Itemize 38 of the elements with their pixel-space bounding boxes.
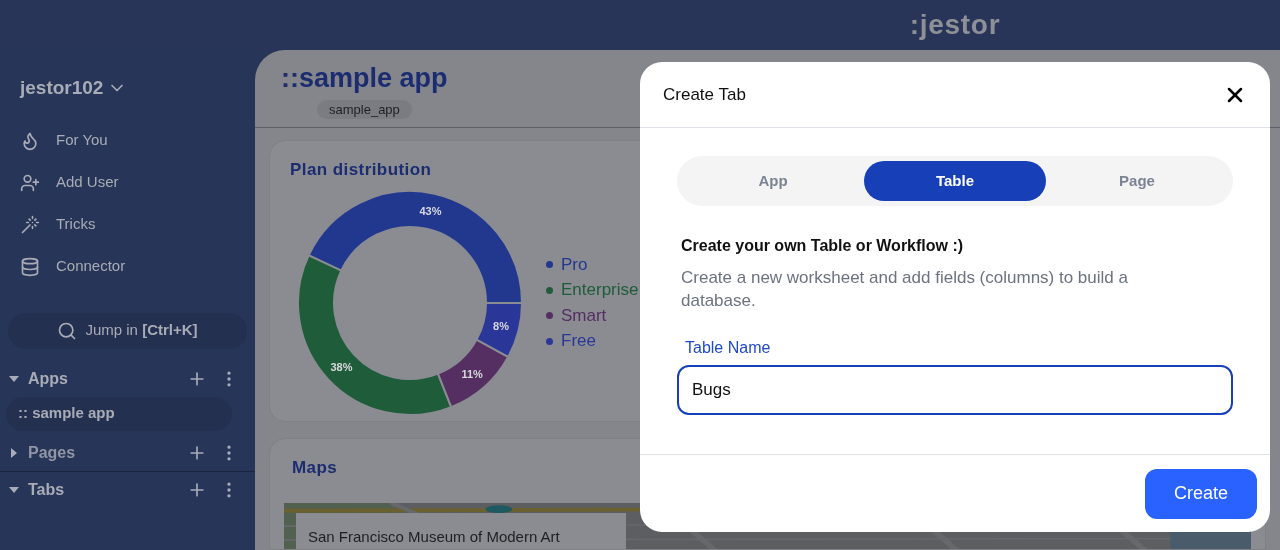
slice-label: 8% [493,320,509,333]
slug-tag: sample_app [317,99,412,120]
tab[interactable]: Page [1046,161,1228,201]
nav-item[interactable]: Tricks [20,210,235,239]
section-title[interactable]: Tabs [28,477,187,502]
legend-label: Smart [561,304,607,327]
card-title: Plan distribution [290,159,432,182]
workspace-switcher[interactable]: jestor102 [0,74,148,103]
slice-label: 38% [330,361,353,374]
slice-label: 11% [461,367,483,380]
legend-label: Pro [561,253,588,276]
database-icon [20,256,40,277]
logo: :jestor [909,8,1001,42]
add-user-icon [20,172,40,193]
flame-icon [20,130,40,151]
table-name-field[interactable]: Bugs [677,365,1233,415]
place-name: San Francisco Museum of Modern Art [308,527,560,545]
tab[interactable]: Table [864,161,1046,201]
legend-label: Enterprise [561,279,639,302]
slice-label: 43% [419,205,442,217]
search-icon [57,320,78,341]
tab[interactable]: App [682,161,864,201]
nav-item[interactable]: Add User [20,168,235,197]
section-heading: Create your own Table or Workflow :) [680,236,965,256]
card-title: Maps [291,457,339,480]
create-button[interactable]: Create [1144,468,1257,519]
nav-item[interactable]: Connector [20,252,235,281]
app-item[interactable]: :: sample app [6,396,232,431]
nav-item[interactable]: For You [20,126,235,155]
search-button[interactable]: Jump in [Ctrl+K] [8,312,247,349]
app-title: ::sample app [281,62,448,95]
legend-label: Free [561,330,596,353]
description: Create a new worksheet and add fields (columns) to build a database. [680,267,1129,312]
section-title[interactable]: Apps [28,366,187,391]
field-label: Table Name [684,338,772,358]
wand-icon [20,214,40,235]
modal-title: Create Tab [663,83,746,106]
section-title[interactable]: Pages [28,440,187,465]
